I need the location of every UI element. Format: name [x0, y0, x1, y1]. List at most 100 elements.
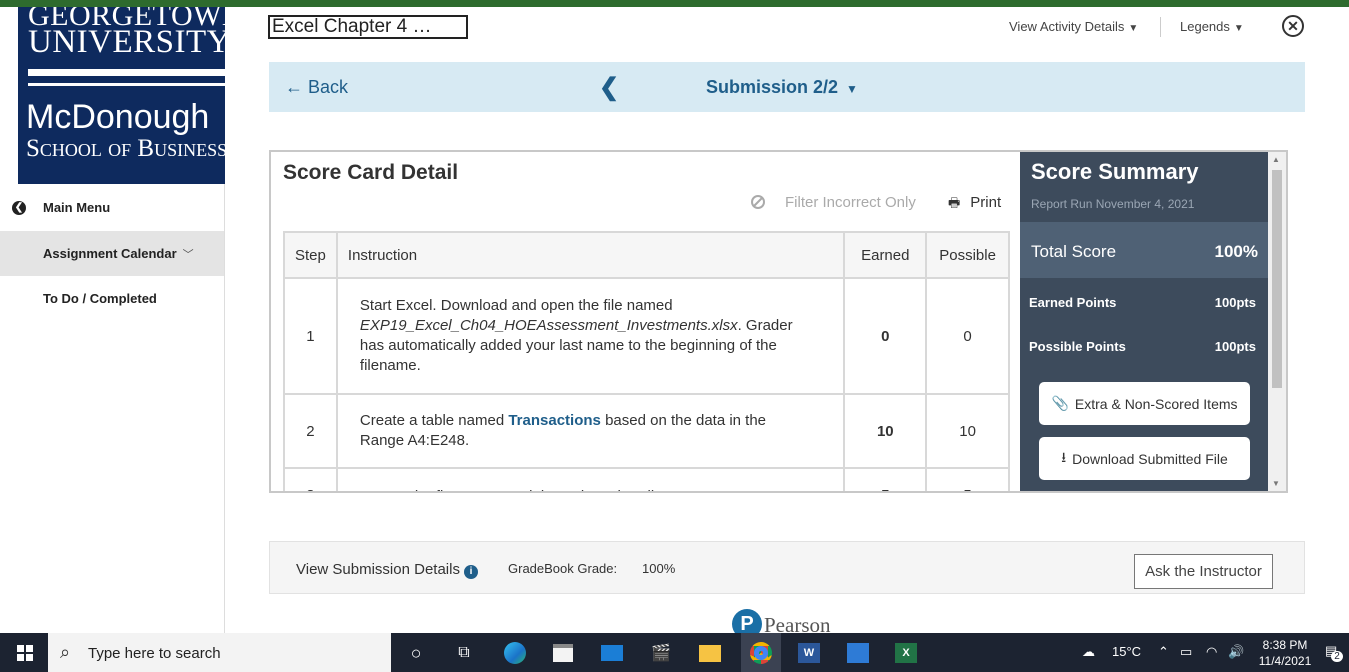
- notification-center-icon[interactable]: ▤2: [1325, 643, 1343, 662]
- store-icon[interactable]: [550, 640, 576, 666]
- logo-line-2: UNIVERSITY: [28, 24, 225, 60]
- scroll-up-arrow-icon[interactable]: ▲: [1272, 155, 1280, 164]
- download-submitted-file-button[interactable]: ⭳ Download Submitted File: [1039, 437, 1250, 480]
- instruction-text: Start Excel. Download and open the file …: [359, 297, 673, 314]
- windows-start-icon[interactable]: [17, 645, 33, 661]
- view-details-label: View Submission Details: [296, 561, 460, 578]
- table-header-row: Step Instruction Earned Possible: [283, 231, 1010, 279]
- print-button[interactable]: 🖶 Print: [948, 194, 1001, 216]
- step-cell: 2: [283, 393, 338, 469]
- mail-icon[interactable]: [599, 640, 625, 666]
- instruction-cell: Freeze the first row containing column h…: [335, 467, 846, 491]
- file-explorer-icon[interactable]: [697, 640, 723, 666]
- submission-selector[interactable]: Submission 2/2 ▼: [706, 77, 858, 98]
- task-view-icon[interactable]: ⧉: [451, 640, 477, 666]
- pearson-wordmark: Pearson: [764, 613, 831, 633]
- top-accent-bar: [0, 0, 1349, 7]
- arrow-left-icon: ←: [285, 77, 303, 97]
- wifi-icon[interactable]: ◠: [1206, 644, 1217, 660]
- excel-icon[interactable]: X: [893, 640, 919, 666]
- video-editor-icon[interactable]: 🎬: [648, 640, 674, 666]
- earned-cell: 5: [843, 467, 928, 491]
- temperature-readout[interactable]: 15°C: [1112, 644, 1141, 659]
- windows-taskbar: ⌕ Type here to search ○ ⧉ 🎬 W X ☁ 15°C ⌃…: [0, 633, 1349, 672]
- word-icon[interactable]: W: [796, 640, 822, 666]
- pearson-mark-icon: P: [732, 609, 762, 633]
- column-header-possible: Possible: [925, 231, 1010, 279]
- total-score-label: Total Score: [1031, 242, 1117, 261]
- clock-date: 11/4/2021: [1258, 654, 1312, 668]
- submission-label: Submission 2/2: [706, 77, 839, 97]
- clock-time: 8:38 PM: [1262, 638, 1308, 652]
- scrollbar-thumb[interactable]: [1272, 170, 1282, 388]
- sidebar-item-label: To Do / Completed: [43, 291, 157, 306]
- search-icon: ⌕: [60, 642, 71, 662]
- table-row: 1 Start Excel. Download and open the fil…: [283, 277, 1010, 395]
- tray-chevron-up-icon[interactable]: ⌃: [1158, 644, 1169, 660]
- ask-instructor-button[interactable]: Ask the Instructor: [1134, 554, 1273, 589]
- gradebook-grade-label: GradeBook Grade:: [508, 561, 618, 576]
- logo-line-3: McDonough: [26, 98, 210, 136]
- battery-icon[interactable]: ▭: [1180, 644, 1192, 660]
- extra-non-scored-items-button[interactable]: 📎 Extra & Non-Scored Items: [1039, 382, 1250, 425]
- logo-rule: [28, 69, 225, 76]
- earned-points-value: 100pts: [1214, 295, 1256, 310]
- possible-cell: 0: [925, 277, 1010, 395]
- possible-points-label: Possible Points: [1029, 339, 1126, 354]
- assignment-title[interactable]: Excel Chapter 4 …: [268, 15, 468, 39]
- legends-link[interactable]: Legends ▼: [1180, 19, 1244, 34]
- pearson-logo: P Pearson: [732, 609, 831, 633]
- total-score-value: 100%: [1214, 242, 1258, 261]
- earned-points-label: Earned Points: [1029, 295, 1117, 310]
- sidebar-item-label: Main Menu: [43, 200, 111, 215]
- print-label: Print: [970, 194, 1002, 211]
- possible-points-value: 100pts: [1214, 339, 1256, 354]
- filter-label: Filter Incorrect Only: [785, 194, 916, 211]
- view-submission-details-link[interactable]: View Submission Details i: [296, 561, 478, 579]
- sidebar-item-assignment-calendar[interactable]: Assignment Calendar ﹀: [0, 231, 224, 276]
- column-header-earned: Earned: [843, 231, 928, 279]
- cortana-icon[interactable]: ○: [403, 640, 429, 666]
- system-clock[interactable]: 8:38 PM 11/4/2021: [1255, 637, 1315, 669]
- photos-icon[interactable]: [845, 640, 871, 666]
- submission-bar: ← Back ❮ Submission 2/2 ▼: [269, 62, 1305, 112]
- sidebar-item-todo-completed[interactable]: To Do / Completed: [0, 276, 224, 321]
- instruction-cell: Create a table named Transactions based …: [335, 393, 846, 469]
- notification-badge: 2: [1331, 651, 1343, 662]
- chevron-down-icon: ▼: [1233, 23, 1244, 34]
- table-row: 2 Create a table named Transactions base…: [283, 393, 1010, 469]
- panel-scrollbar[interactable]: ▲ ▼: [1268, 152, 1286, 491]
- score-table: Step Instruction Earned Possible 1 Start…: [283, 231, 1010, 491]
- chevron-down-icon: ﹀: [182, 248, 194, 261]
- ban-icon: [751, 195, 765, 209]
- edge-icon[interactable]: [502, 640, 528, 666]
- extra-items-label: Extra & Non-Scored Items: [1074, 395, 1238, 412]
- previous-submission-chevron-icon[interactable]: ❮: [599, 73, 619, 102]
- submission-footer: View Submission Details i GradeBook Grade…: [269, 541, 1305, 594]
- back-label: Back: [308, 77, 349, 97]
- instruction-cell: Start Excel. Download and open the file …: [335, 277, 846, 395]
- back-button[interactable]: ← Back: [285, 77, 348, 98]
- view-activity-details-link[interactable]: View Activity Details ▼: [1009, 19, 1138, 34]
- download-icon: ⭳: [1061, 448, 1067, 465]
- caret-down-icon: ▼: [846, 82, 858, 96]
- info-icon[interactable]: i: [463, 565, 478, 579]
- chevron-left-circle-icon: ❮: [12, 200, 26, 215]
- chrome-icon[interactable]: [748, 640, 774, 666]
- weather-icon[interactable]: ☁: [1082, 644, 1095, 660]
- close-icon[interactable]: ✕: [1282, 15, 1304, 37]
- column-header-step: Step: [283, 231, 338, 279]
- scroll-down-arrow-icon[interactable]: ▼: [1272, 479, 1280, 488]
- column-header-instruction: Instruction: [335, 231, 846, 279]
- instruction-highlight: Transactions: [508, 412, 601, 429]
- taskbar-search-input[interactable]: ⌕ Type here to search: [48, 633, 391, 672]
- total-score-row: Total Score 100%: [1020, 222, 1268, 278]
- earned-cell: 10: [843, 393, 928, 469]
- paperclip-icon: 📎: [1051, 395, 1069, 411]
- volume-icon[interactable]: 🔊: [1228, 644, 1244, 660]
- sidebar-item-main-menu[interactable]: ❮ Main Menu: [0, 185, 224, 230]
- possible-cell: 5: [925, 467, 1010, 491]
- filter-incorrect-toggle[interactable]: Filter Incorrect Only: [751, 194, 916, 211]
- score-card-title: Score Card Detail: [283, 161, 459, 184]
- table-row: 3 Freeze the first row containing column…: [283, 467, 1010, 491]
